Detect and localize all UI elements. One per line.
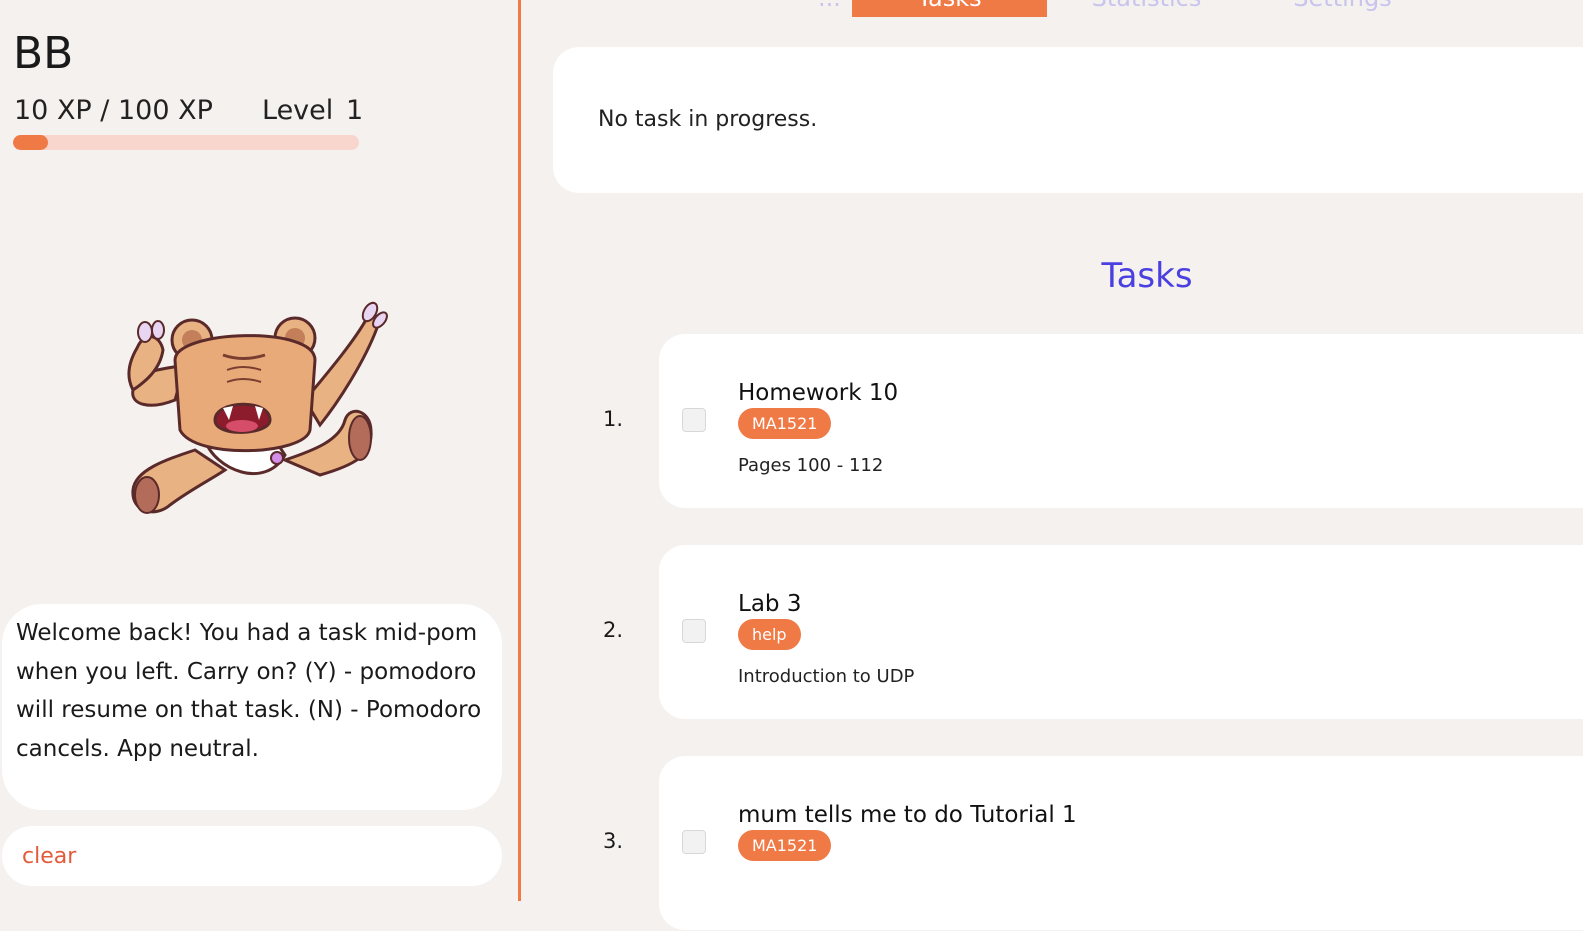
- task-number: 1.: [603, 407, 624, 431]
- task-card[interactable]: Homework 10 MA1521 Pages 100 - 112: [659, 334, 1583, 508]
- xp-progress-fill: [13, 135, 48, 150]
- task-checkbox[interactable]: [682, 408, 706, 432]
- task-description: Introduction to UDP: [738, 666, 915, 687]
- task-number: 3.: [603, 829, 624, 853]
- task-row: 3. mum tells me to do Tutorial 1 MA1521: [521, 756, 1583, 931]
- task-description: Pages 100 - 112: [738, 455, 884, 476]
- tab-tasks[interactable]: Tasks: [852, 0, 1047, 17]
- current-task-status: No task in progress.: [598, 107, 818, 132]
- tasks-heading: Tasks: [1101, 256, 1193, 296]
- tab-bar: ... Tasks Statistics Settings: [521, 0, 1583, 17]
- task-card[interactable]: Lab 3 help Introduction to UDP: [659, 545, 1583, 719]
- tab-settings[interactable]: Settings: [1245, 0, 1440, 17]
- task-tag: MA1521: [738, 830, 832, 861]
- task-row: 1. Homework 10 MA1521 Pages 100 - 112: [521, 334, 1583, 509]
- sidebar-panel: BB 10 XP / 100 XP Level 1 Welcome back! …: [0, 0, 518, 901]
- current-task-card: No task in progress.: [553, 47, 1583, 193]
- task-title: mum tells me to do Tutorial 1: [738, 802, 1077, 828]
- task-title: Homework 10: [738, 380, 899, 406]
- main-panel: ... Tasks Statistics Settings No task in…: [521, 0, 1583, 930]
- task-tag: help: [738, 619, 801, 650]
- command-input[interactable]: [2, 826, 502, 886]
- speech-bubble: Welcome back! You had a task mid-pom whe…: [2, 604, 502, 810]
- xp-text: 10 XP / 100 XP: [14, 95, 213, 126]
- pet-name: BB: [13, 28, 74, 79]
- xp-progress-bar: [13, 135, 359, 150]
- level-value: 1: [346, 95, 364, 126]
- task-row: 2. Lab 3 help Introduction to UDP: [521, 545, 1583, 720]
- task-tag: MA1521: [738, 408, 832, 439]
- task-checkbox[interactable]: [682, 619, 706, 643]
- bear-mascot-icon: [115, 290, 395, 530]
- task-checkbox[interactable]: [682, 830, 706, 854]
- level-label: Level: [262, 95, 334, 126]
- tab-statistics[interactable]: Statistics: [1049, 0, 1244, 17]
- task-title: Lab 3: [738, 591, 802, 617]
- task-number: 2.: [603, 618, 624, 642]
- task-card[interactable]: mum tells me to do Tutorial 1 MA1521: [659, 756, 1583, 930]
